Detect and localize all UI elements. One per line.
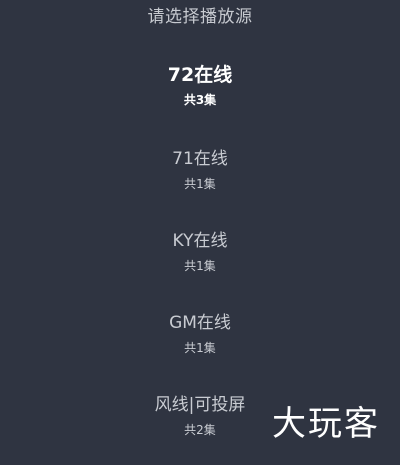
episode-count: 共1集 (184, 259, 216, 273)
source-name: KY在线 (172, 231, 228, 251)
watermark-logo: 大玩客 (272, 404, 380, 444)
episode-count: 共1集 (184, 177, 216, 191)
source-option-72[interactable]: 72在线 共3集 (0, 64, 400, 108)
episode-count: 共3集 (183, 93, 217, 107)
episode-count: 共1集 (184, 341, 216, 355)
source-name: 71在线 (172, 149, 228, 169)
picker-title: 请选择播放源 (147, 7, 253, 27)
source-option-71[interactable]: 71在线 共1集 (0, 148, 400, 192)
source-name: 72在线 (167, 64, 233, 86)
source-name: GM在线 (169, 313, 231, 333)
source-option-ky[interactable]: KY在线 共1集 (0, 230, 400, 274)
source-picker-panel: 请选择播放源 72在线 共3集 71在线 共1集 KY在线 共1集 GM在线 共… (0, 0, 400, 465)
source-option-gm[interactable]: GM在线 共1集 (0, 312, 400, 356)
